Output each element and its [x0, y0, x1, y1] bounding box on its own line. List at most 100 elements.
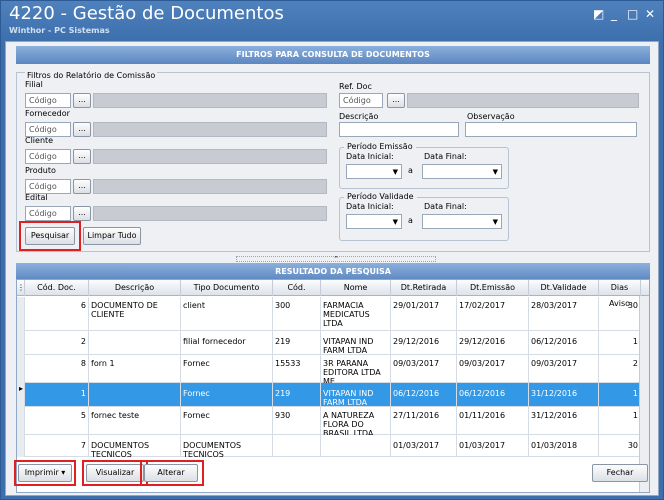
col-header[interactable]: Dias Aviso	[599, 280, 641, 308]
fornecedor-code-input[interactable]: Código	[25, 122, 71, 137]
produto-label: Produto	[25, 166, 56, 175]
chevron-down-icon: ▼	[392, 168, 398, 176]
filial-lookup-button[interactable]: ...	[73, 93, 91, 108]
row-indicator[interactable]	[17, 407, 25, 435]
filters-group: Filtros do Relatório de Comissão Filial …	[16, 71, 650, 252]
filial-label: Filial	[25, 80, 43, 89]
edital-code-input[interactable]: Código	[25, 206, 71, 221]
validade-data-inicial-label: Data Inicial:	[346, 202, 394, 211]
table-cell	[89, 331, 181, 355]
panel-splitter[interactable]: ⌃	[236, 256, 436, 263]
table-row[interactable]: 2 filial fornecedor 219 VITAPAN IND FARM LT…	[17, 331, 641, 355]
table-row[interactable]: 7 DOCUMENTOS TECNICOS DOCUMENTOS TECNICOS 0…	[17, 435, 641, 457]
table-cell: 29/01/2017	[391, 297, 457, 331]
cliente-lookup-button[interactable]: ...	[73, 149, 91, 164]
periodo-emissao-title: Período Emissão	[344, 142, 416, 151]
emissao-data-final-select[interactable]: ▼	[422, 164, 502, 179]
table-cell: 09/03/2017	[457, 355, 529, 383]
table-cell: 6	[25, 297, 89, 331]
produto-name-field	[93, 179, 327, 194]
cliente-label: Cliente	[25, 136, 54, 145]
table-cell: 1	[599, 383, 641, 407]
refdoc-name-field	[407, 93, 639, 108]
table-cell: 28/03/2017	[529, 297, 599, 331]
validade-data-final-select[interactable]: ▼	[422, 214, 502, 229]
col-header[interactable]: Cód. Doc.	[25, 280, 89, 296]
row-indicator[interactable]	[17, 297, 25, 331]
table-cell: VITAPAN IND FARM LTDA	[321, 383, 391, 407]
emissao-a-label: a	[408, 166, 413, 175]
table-row[interactable]: ▸ 1 Fornec 219 VITAPAN IND FARM LTDA 06/12/20…	[17, 383, 641, 407]
app-window: 4220 - Gestão de Documentos Winthor - PC…	[0, 0, 664, 500]
col-header[interactable]: Descrição	[89, 280, 181, 296]
table-cell: 1	[599, 331, 641, 355]
filters-group-title: Filtros do Relatório de Comissão	[25, 71, 158, 80]
col-header[interactable]: Tipo Documento	[181, 280, 273, 296]
window-subtitle: Winthor - PC Sistemas	[9, 26, 110, 35]
col-header[interactable]: Cód.	[273, 280, 321, 296]
table-cell: 01/03/2017	[457, 435, 529, 457]
fornecedor-lookup-button[interactable]: ...	[73, 122, 91, 137]
table-cell: 17/02/2017	[457, 297, 529, 331]
grid-indicator-header: ⋮	[17, 280, 25, 296]
row-indicator[interactable]	[17, 331, 25, 355]
table-row[interactable]: 5 fornec teste Fornec 930 A NATUREZA FLORA D…	[17, 407, 641, 435]
table-cell: 8	[25, 355, 89, 383]
table-cell: 29/12/2016	[457, 331, 529, 355]
fornecedor-name-field	[93, 122, 327, 137]
table-cell: DOCUMENTOS TECNICOS	[181, 435, 273, 457]
col-header[interactable]: Dt.Emissão	[457, 280, 529, 296]
limpar-tudo-button[interactable]: Limpar Tudo	[83, 227, 141, 245]
chevron-down-icon: ▼	[492, 168, 498, 176]
table-cell: 01/03/2018	[529, 435, 599, 457]
table-cell: forn 1	[89, 355, 181, 383]
close-icon[interactable]: ✕	[645, 7, 655, 21]
table-cell: 01/11/2016	[457, 407, 529, 435]
table-cell: FARMACIA MEDICATUS LTDA	[321, 297, 391, 331]
table-row[interactable]: 6 DOCUMENTO DE CLIENTE client 300 FARMACIA M…	[17, 297, 641, 331]
emissao-data-inicial-select[interactable]: ▼	[346, 164, 402, 179]
table-cell: Fornec	[181, 407, 273, 435]
refdoc-code-input[interactable]: Código	[339, 93, 383, 108]
periodo-validade-title: Período Validade	[344, 192, 417, 201]
fechar-button[interactable]: Fechar	[592, 464, 648, 482]
table-cell: VITAPAN IND FARM LTDA	[321, 331, 391, 355]
col-header[interactable]: Dt.Retirada	[391, 280, 457, 296]
row-indicator[interactable]	[17, 435, 25, 457]
cliente-code-input[interactable]: Código	[25, 149, 71, 164]
edital-lookup-button[interactable]: ...	[73, 206, 91, 221]
validade-data-inicial-select[interactable]: ▼	[346, 214, 402, 229]
visualizar-highlight	[82, 460, 148, 486]
alterar-highlight	[140, 460, 204, 486]
produto-lookup-button[interactable]: ...	[73, 179, 91, 194]
pesquisar-highlight	[19, 221, 81, 251]
minimize-icon[interactable]: _	[611, 7, 617, 21]
table-cell: 15533	[273, 355, 321, 383]
table-cell: 930	[273, 407, 321, 435]
window-title: 4220 - Gestão de Documentos	[9, 3, 284, 24]
maximize-icon[interactable]: □	[627, 7, 638, 21]
table-row[interactable]: 8 forn 1 Fornec 15533 3R PARANA EDITORA LTDA…	[17, 355, 641, 383]
row-indicator[interactable]: ▸	[17, 383, 25, 407]
table-cell: fornec teste	[89, 407, 181, 435]
col-header[interactable]: Nome	[321, 280, 391, 296]
table-cell: Fornec	[181, 383, 273, 407]
table-cell: 29/12/2016	[391, 331, 457, 355]
periodo-emissao-group: Período Emissão Data Inicial: Data Final…	[339, 142, 509, 189]
table-cell: 2	[599, 355, 641, 383]
table-cell	[321, 435, 391, 457]
produto-code-input[interactable]: Código	[25, 179, 71, 194]
table-cell: 2	[25, 331, 89, 355]
refdoc-lookup-button[interactable]: ...	[387, 93, 405, 108]
table-cell: 06/12/2016	[457, 383, 529, 407]
col-header[interactable]: Dt.Validade	[529, 280, 599, 296]
restore-icon[interactable]: ◩	[593, 7, 604, 21]
emissao-data-inicial-label: Data Inicial:	[346, 152, 394, 161]
observacao-input[interactable]	[465, 122, 637, 137]
filial-name-field	[93, 93, 327, 108]
row-indicator[interactable]	[17, 355, 25, 383]
table-cell: 7	[25, 435, 89, 457]
descricao-input[interactable]	[339, 122, 459, 137]
filial-code-input[interactable]: Código	[25, 93, 71, 108]
table-cell: 300	[273, 297, 321, 331]
